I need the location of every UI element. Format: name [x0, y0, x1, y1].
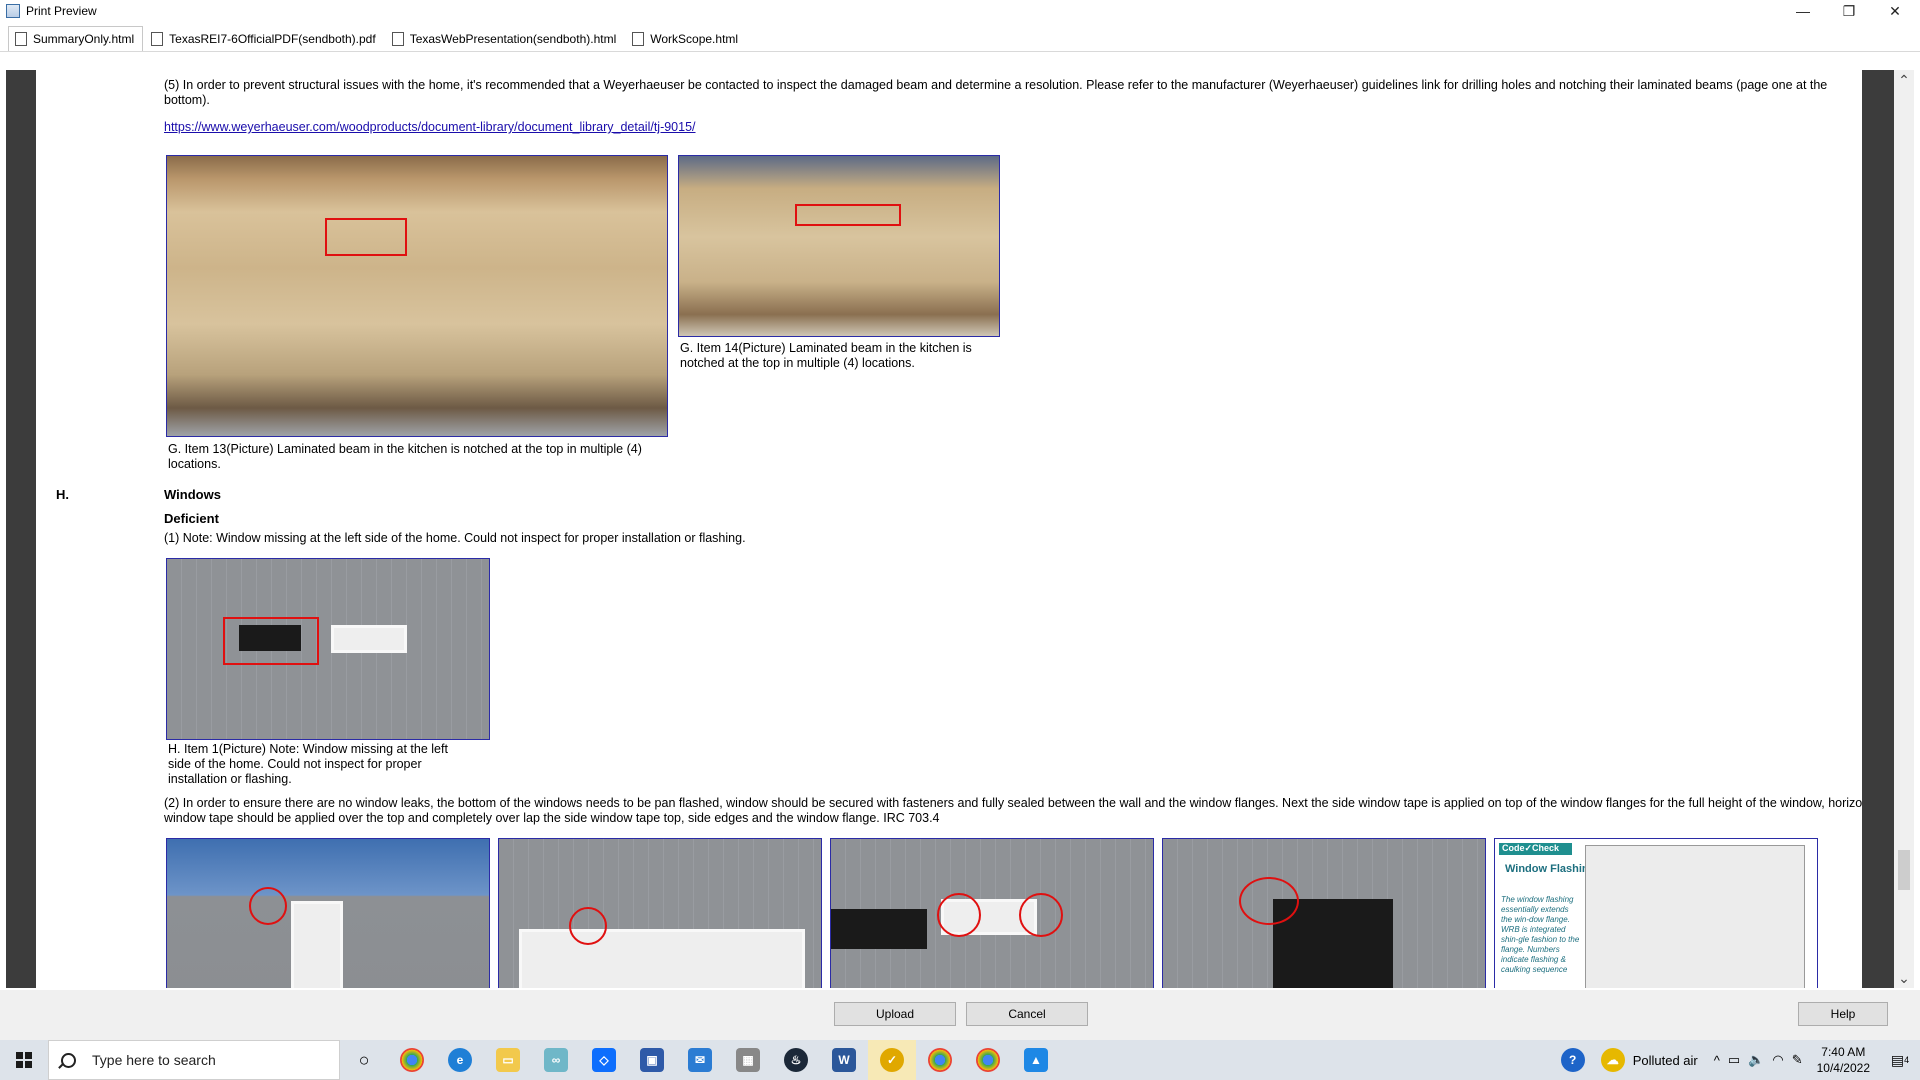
scroll-down-icon[interactable]: ⌄	[1894, 968, 1914, 988]
cortana-icon[interactable]: ○	[340, 1040, 388, 1080]
diagram-title: Window Flashing	[1505, 863, 1596, 875]
scroll-thumb[interactable]	[1898, 850, 1910, 890]
highlight-circle	[937, 893, 981, 937]
air-quality-text[interactable]: Polluted air	[1633, 1053, 1698, 1068]
network-icon[interactable]: ◠	[1772, 1052, 1783, 1068]
tab-texas-web-presentation[interactable]: TexasWebPresentation(sendboth).html	[386, 27, 625, 51]
help-button[interactable]: Help	[1798, 1002, 1888, 1026]
clock-date: 10/4/2022	[1816, 1061, 1870, 1075]
chevron-up-icon[interactable]: ^	[1714, 1053, 1720, 1068]
notification-count: 4	[1904, 1055, 1910, 1065]
chrome-profile-icon[interactable]	[964, 1040, 1012, 1080]
notification-icon[interactable]: ▤ 4	[1880, 1040, 1920, 1080]
tab-label: WorkScope.html	[650, 32, 739, 46]
close-button[interactable]: ✕	[1872, 0, 1918, 22]
tab-summaryonly[interactable]: SummaryOnly.html	[8, 26, 144, 51]
document-icon	[629, 32, 645, 49]
restore-button[interactable]: ❐	[1826, 0, 1872, 22]
photo-window-missing	[830, 838, 1154, 988]
document-icon	[148, 32, 164, 49]
cancel-button[interactable]: Cancel	[966, 1002, 1088, 1026]
flashing-illustration	[1585, 845, 1805, 988]
preview-page: (5) In order to prevent structural issue…	[36, 70, 1862, 988]
window	[291, 901, 343, 988]
document-tabs: SummaryOnly.html TexasREI7-6OfficialPDF(…	[0, 26, 1920, 52]
code-check-badge: Code✓Check	[1499, 843, 1572, 855]
window-flashing-diagram: Code✓Check Window Flashing The window fl…	[1494, 838, 1818, 988]
tab-label: TexasREI7-6OfficialPDF(sendboth).pdf	[169, 32, 376, 46]
chrome-profile-icon[interactable]	[916, 1040, 964, 1080]
mail-icon[interactable]: ✉	[676, 1040, 724, 1080]
air-quality-icon[interactable]: ☁	[1593, 1040, 1633, 1080]
highlight-circle	[1019, 893, 1063, 937]
document-icon	[388, 32, 404, 49]
pen-icon[interactable]: ✎	[1792, 1052, 1803, 1068]
photo-h1-window	[166, 558, 490, 740]
paragraph-5: (5) In order to prevent structural issue…	[164, 78, 1828, 107]
highlight-box	[223, 617, 319, 665]
store-icon[interactable]: ▣	[628, 1040, 676, 1080]
clock-time: 7:40 AM	[1821, 1045, 1866, 1059]
app-icon[interactable]: ∞	[532, 1040, 580, 1080]
edge-icon[interactable]: e	[436, 1040, 484, 1080]
tab-label: SummaryOnly.html	[33, 32, 135, 46]
app-icon[interactable]: ▦	[724, 1040, 772, 1080]
photo-window-door	[1162, 838, 1486, 988]
photo-g14-beam	[678, 155, 1000, 337]
chrome-icon[interactable]	[388, 1040, 436, 1080]
search-placeholder: Type here to search	[92, 1052, 216, 1068]
taskbar-clock[interactable]: 7:40 AM 10/4/2022	[1817, 1044, 1870, 1076]
tab-workscope[interactable]: WorkScope.html	[626, 27, 746, 51]
steam-icon[interactable]: ♨	[772, 1040, 820, 1080]
photo-window-row	[498, 838, 822, 988]
window-title: Print Preview	[26, 4, 97, 18]
window-titlebar: Print Preview — ❐ ✕	[0, 0, 1920, 22]
upload-button[interactable]: Upload	[834, 1002, 956, 1026]
highlight-box	[325, 218, 407, 256]
section-letter: H.	[56, 487, 69, 502]
battery-icon[interactable]: ▭	[1728, 1052, 1740, 1068]
windows-icon	[16, 1052, 32, 1068]
search-icon	[61, 1052, 76, 1068]
dialog-button-bar: Upload Cancel Help	[0, 990, 1920, 1040]
caption-h1: H. Item 1(Picture) Note: Window missing …	[168, 742, 448, 786]
status-deficient: Deficient	[164, 511, 219, 526]
file-explorer-icon[interactable]: ▭	[484, 1040, 532, 1080]
minimize-button[interactable]: —	[1780, 0, 1826, 22]
section-title: Windows	[164, 487, 221, 502]
scroll-up-icon[interactable]: ⌃	[1894, 70, 1914, 90]
taskbar: Type here to search ○ e ▭ ∞ ◇ ▣ ✉ ▦ ♨ W …	[0, 1040, 1920, 1080]
caption-g13: G. Item 13(Picture) Laminated beam in th…	[168, 442, 642, 471]
help-tray-icon[interactable]: ?	[1553, 1040, 1593, 1080]
start-button[interactable]	[0, 1040, 48, 1080]
weyerhaeuser-link[interactable]: https://www.weyerhaeuser.com/woodproduct…	[164, 120, 696, 134]
installed-window	[331, 625, 407, 653]
photo-window-arch	[166, 838, 490, 988]
taskbar-search[interactable]: Type here to search	[48, 1040, 340, 1080]
word-icon[interactable]: W	[820, 1040, 868, 1080]
highlight-circle	[569, 907, 607, 945]
photo-g13-beam	[166, 155, 668, 437]
print-preview-icon	[6, 4, 20, 18]
volume-icon[interactable]: 🔈	[1748, 1052, 1764, 1068]
diagram-body: The window flashing essentially extends …	[1501, 895, 1580, 974]
dropbox-icon[interactable]: ◇	[580, 1040, 628, 1080]
system-tray: ? ☁ Polluted air ^ ▭ 🔈 ◠ ✎ 7:40 AM 10/4/…	[1553, 1040, 1920, 1080]
highlight-box	[795, 204, 901, 226]
highlight-circle	[1239, 877, 1299, 925]
document-icon	[12, 32, 27, 49]
window	[519, 929, 805, 988]
missing-window-opening	[831, 909, 927, 949]
highlight-circle	[249, 887, 287, 925]
tab-texas-rei-pdf[interactable]: TexasREI7-6OfficialPDF(sendboth).pdf	[145, 27, 384, 51]
photos-icon[interactable]: ▲	[1012, 1040, 1060, 1080]
caption-g14: G. Item 14(Picture) Laminated beam in th…	[680, 341, 972, 370]
tab-label: TexasWebPresentation(sendboth).html	[409, 32, 617, 46]
paragraph-2: (2) In order to ensure there are no wind…	[164, 796, 1862, 825]
inspection-app-icon[interactable]: ✓	[868, 1040, 916, 1080]
note-1: (1) Note: Window missing at the left sid…	[164, 531, 746, 545]
vertical-scrollbar[interactable]: ⌃ ⌄	[1894, 70, 1914, 988]
